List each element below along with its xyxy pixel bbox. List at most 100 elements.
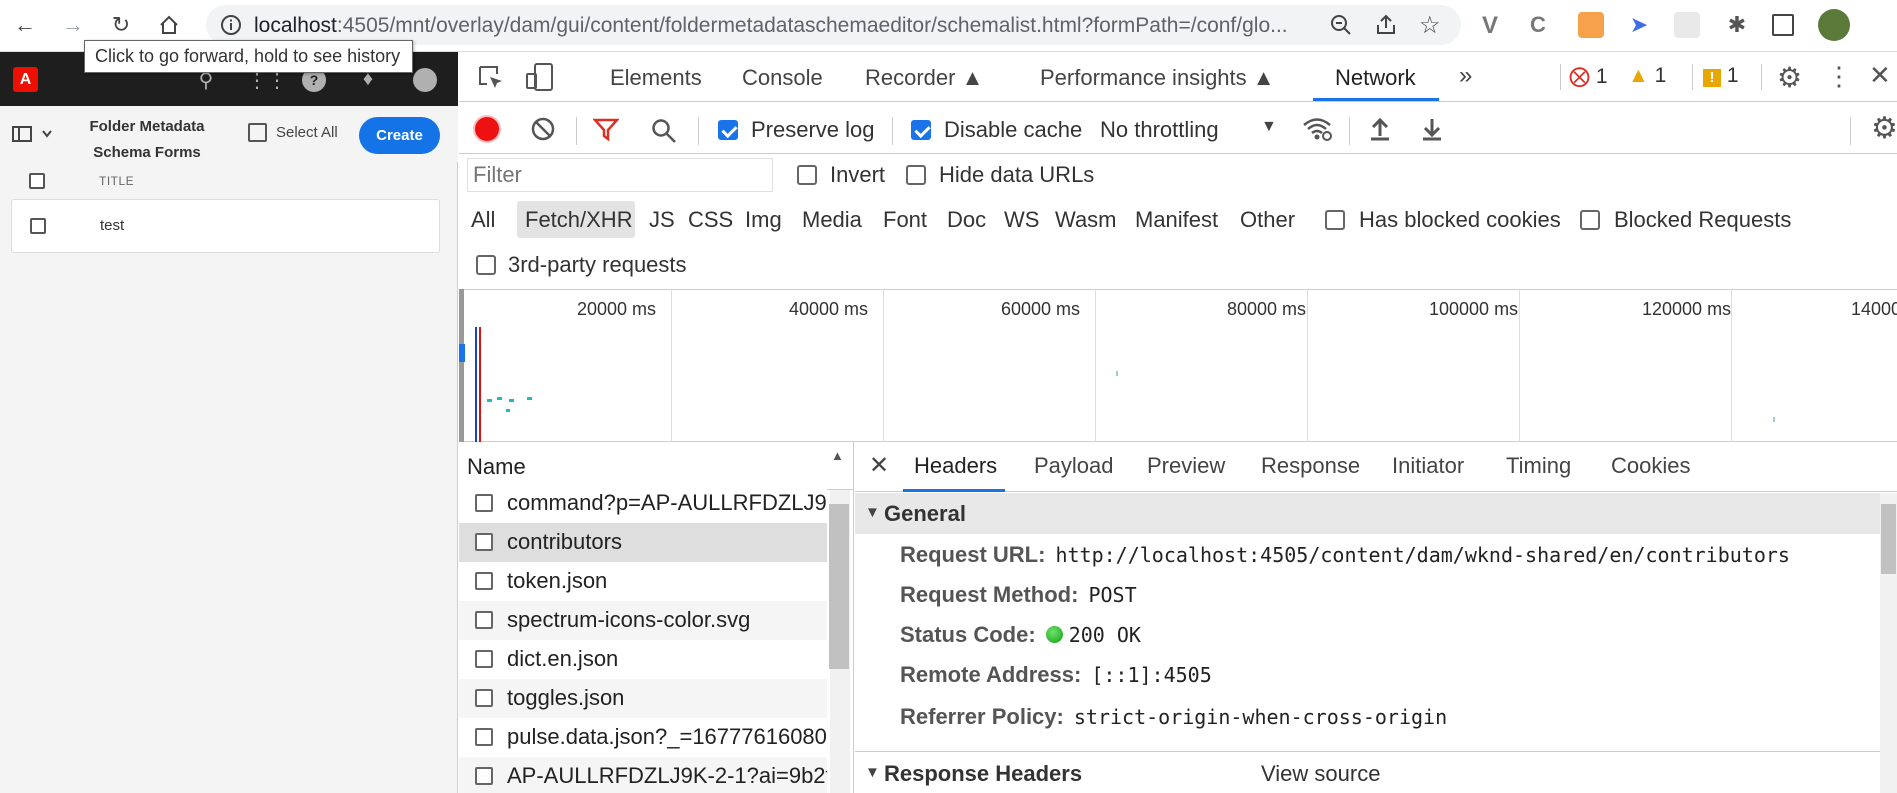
url-text[interactable]: localhost:4505/mnt/overlay/dam/gui/conte… xyxy=(254,14,1314,38)
search-icon[interactable] xyxy=(651,118,677,149)
warning-counter[interactable]: ▲ 1 xyxy=(1628,64,1666,88)
invert-checkbox[interactable] xyxy=(797,165,817,185)
type-filter-manifest[interactable]: Manifest xyxy=(1135,207,1218,233)
row-checkbox[interactable] xyxy=(30,218,46,234)
import-har-icon[interactable] xyxy=(1368,116,1392,147)
type-filter-media[interactable]: Media xyxy=(802,207,862,233)
home-icon[interactable] xyxy=(154,10,184,40)
record-icon[interactable] xyxy=(475,117,499,141)
request-name[interactable]: command?p=AP-AULLRFDZLJ9... xyxy=(507,490,827,516)
profile-avatar[interactable] xyxy=(1818,9,1850,41)
type-filter-img[interactable]: Img xyxy=(745,207,782,233)
throttling-dropdown-icon[interactable]: ▼ xyxy=(1261,118,1277,136)
user-avatar-icon[interactable] xyxy=(413,68,437,92)
tab-elements[interactable]: Elements xyxy=(610,65,702,91)
blocked-requests-label[interactable]: Blocked Requests xyxy=(1614,207,1791,233)
close-devtools-icon[interactable]: ✕ xyxy=(1869,60,1891,91)
rail-toggle-icon[interactable] xyxy=(12,126,54,147)
request-name[interactable]: AP-AULLRFDZLJ9K-2-1?ai=9b2f... xyxy=(507,763,827,789)
network-overview-timeline[interactable]: 20000 ms 40000 ms 60000 ms 80000 ms 1000… xyxy=(459,289,1897,442)
request-row[interactable]: spectrum-icons-color.svg xyxy=(459,601,827,640)
filter-funnel-icon[interactable] xyxy=(592,118,620,147)
request-name[interactable]: token.json xyxy=(507,568,607,594)
error-counter[interactable]: ⨂ 1 xyxy=(1569,64,1608,89)
tab-preview[interactable]: Preview xyxy=(1147,453,1225,479)
row-title[interactable]: test xyxy=(100,217,124,234)
request-row[interactable]: AP-AULLRFDZLJ9K-2-1?ai=9b2f... xyxy=(459,757,827,793)
side-panel-icon[interactable] xyxy=(1772,14,1794,36)
tab-response[interactable]: Response xyxy=(1261,453,1360,479)
type-filter-other[interactable]: Other xyxy=(1240,207,1295,233)
issues-counter[interactable]: ! 1 xyxy=(1703,64,1739,88)
inspect-element-icon[interactable] xyxy=(477,64,505,97)
type-filter-fetch-xhr[interactable]: Fetch/XHR xyxy=(525,207,633,233)
tab-timing[interactable]: Timing xyxy=(1506,453,1571,479)
create-button[interactable]: Create xyxy=(359,117,440,154)
has-blocked-cookies-label[interactable]: Has blocked cookies xyxy=(1359,207,1561,233)
third-party-label[interactable]: 3rd-party requests xyxy=(508,252,687,278)
hide-data-urls-label[interactable]: Hide data URLs xyxy=(939,162,1094,188)
request-row[interactable]: token.json xyxy=(459,562,827,601)
network-conditions-icon[interactable] xyxy=(1302,115,1334,148)
type-filter-doc[interactable]: Doc xyxy=(947,207,986,233)
select-all-checkbox-icon[interactable] xyxy=(248,123,267,142)
type-filter-ws[interactable]: WS xyxy=(1004,207,1039,233)
detail-scroll-thumb[interactable] xyxy=(1881,504,1896,574)
extension-v-icon[interactable]: V xyxy=(1482,12,1508,39)
tab-payload[interactable]: Payload xyxy=(1034,453,1114,479)
request-name[interactable]: toggles.json xyxy=(507,685,624,711)
export-har-icon[interactable] xyxy=(1420,116,1444,147)
tab-headers[interactable]: Headers xyxy=(914,453,997,479)
extension-rocket-icon[interactable]: ➤ xyxy=(1626,12,1652,38)
overview-selection-handle[interactable] xyxy=(459,289,464,442)
throttling-select[interactable]: No throttling xyxy=(1100,117,1219,143)
tab-recorder[interactable]: Recorder ▲ xyxy=(865,65,983,91)
request-row[interactable]: command?p=AP-AULLRFDZLJ9... xyxy=(459,484,827,523)
share-icon[interactable] xyxy=(1374,13,1398,42)
general-section-header[interactable]: ▼ General xyxy=(855,493,1897,534)
extensions-puzzle-icon[interactable]: ✱ xyxy=(1724,12,1750,38)
request-name[interactable]: dict.en.json xyxy=(507,646,618,672)
has-blocked-cookies-checkbox[interactable] xyxy=(1325,210,1345,230)
header-checkbox[interactable] xyxy=(29,173,45,189)
request-row[interactable]: toggles.json xyxy=(459,679,827,718)
response-headers-section-header[interactable]: ▼ Response Headers View source xyxy=(855,752,1880,793)
adobe-logo-icon[interactable]: A xyxy=(13,67,38,92)
blocked-requests-checkbox[interactable] xyxy=(1580,210,1600,230)
filter-input[interactable] xyxy=(467,158,773,192)
device-toolbar-icon[interactable] xyxy=(525,62,555,97)
extension-grey-icon[interactable] xyxy=(1674,12,1700,38)
tab-performance-insights[interactable]: Performance insights ▲ xyxy=(1040,65,1275,91)
bookmark-star-icon[interactable]: ☆ xyxy=(1419,11,1441,40)
table-row[interactable]: test xyxy=(11,199,440,253)
request-list-scroll-thumb[interactable] xyxy=(829,504,849,669)
hide-data-urls-checkbox[interactable] xyxy=(906,165,926,185)
request-name[interactable]: spectrum-icons-color.svg xyxy=(507,607,750,633)
request-row-selected[interactable]: contributors xyxy=(459,523,827,562)
preserve-log-checkbox[interactable] xyxy=(718,120,738,140)
name-column-label[interactable]: Name xyxy=(467,454,526,480)
back-arrow-icon[interactable]: ← xyxy=(10,10,40,40)
invert-label[interactable]: Invert xyxy=(830,162,885,188)
forward-arrow-icon[interactable]: → xyxy=(58,10,88,40)
type-filter-wasm[interactable]: Wasm xyxy=(1055,207,1117,233)
disable-cache-label[interactable]: Disable cache xyxy=(944,117,1082,143)
close-detail-icon[interactable]: ✕ xyxy=(869,451,889,480)
request-name[interactable]: contributors xyxy=(507,529,622,555)
preserve-log-label[interactable]: Preserve log xyxy=(751,117,875,143)
more-options-icon[interactable]: ⋮ xyxy=(1826,61,1852,92)
reload-icon[interactable]: ↻ xyxy=(106,10,136,40)
network-settings-gear-icon[interactable]: ⚙ xyxy=(1871,111,1897,146)
disable-cache-checkbox[interactable] xyxy=(911,120,931,140)
name-column-header[interactable]: Name ▲ xyxy=(459,442,853,490)
request-name[interactable]: pulse.data.json?_=16777616080... xyxy=(507,724,827,750)
tab-network[interactable]: Network xyxy=(1335,65,1416,91)
clear-icon[interactable] xyxy=(530,116,556,147)
site-info-icon[interactable] xyxy=(220,14,242,41)
type-filter-js[interactable]: JS xyxy=(649,207,675,233)
third-party-checkbox[interactable] xyxy=(476,255,496,275)
settings-gear-icon[interactable]: ⚙ xyxy=(1777,61,1802,94)
tab-console[interactable]: Console xyxy=(742,65,823,91)
select-all-label[interactable]: Select All xyxy=(276,124,338,141)
type-filter-css[interactable]: CSS xyxy=(688,207,733,233)
